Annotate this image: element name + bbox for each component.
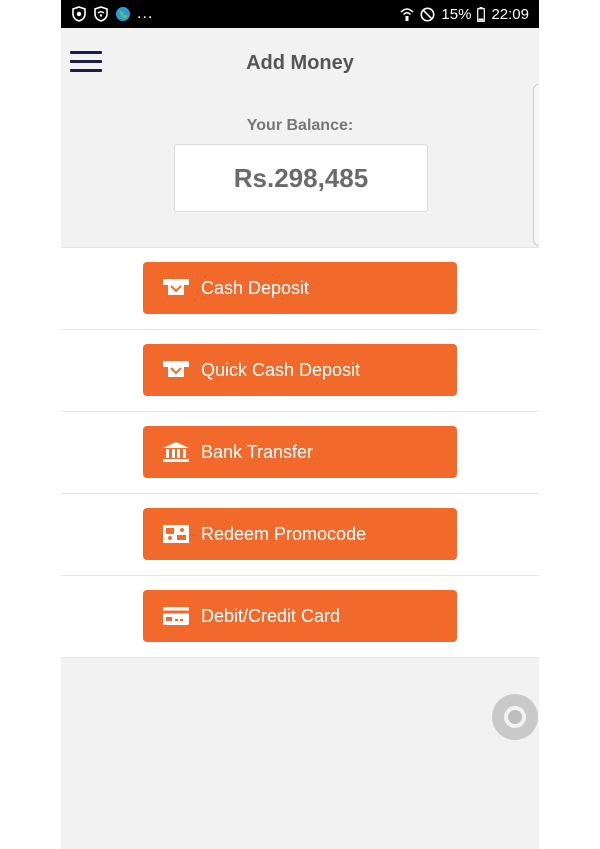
cash-deposit-icon [163, 278, 189, 298]
quick-cash-deposit-icon [163, 360, 189, 380]
assistive-touch-icon [504, 706, 526, 728]
status-left: ... [71, 5, 153, 23]
redeem-promocode-label: Redeem Promocode [201, 523, 367, 544]
bank-icon [163, 442, 189, 462]
status-right: 15% 22:09 [400, 6, 529, 23]
bank-transfer-button[interactable]: Bank Transfer [143, 426, 457, 478]
cash-deposit-label: Cash Deposit [201, 277, 310, 298]
balance-amount: Rs.298,485 [174, 144, 428, 212]
bank-transfer-label: Bank Transfer [201, 441, 314, 462]
list-item: Quick Cash Deposit [61, 330, 539, 412]
floating-assistive-button[interactable] [492, 694, 538, 740]
do-not-disturb-icon [420, 7, 435, 22]
app-screen: ... 15% 22:09 Add Money Your Balance: Rs… [61, 0, 539, 849]
wifi-calling-icon [400, 6, 414, 22]
app-header: Add Money [61, 28, 539, 100]
list-item: Cash Deposit [61, 248, 539, 330]
list-item: Bank Transfer [61, 412, 539, 494]
credit-card-icon [163, 606, 189, 626]
promocode-icon [163, 524, 189, 544]
balance-label: Your Balance: [246, 117, 354, 134]
debit-credit-card-button[interactable]: Debit/Credit Card [143, 590, 457, 642]
shield-icon [71, 6, 87, 22]
quick-cash-deposit-label: Quick Cash Deposit [201, 359, 361, 380]
clock: 22:09 [491, 5, 529, 23]
status-bar: ... 15% 22:09 [61, 0, 539, 28]
cash-deposit-button[interactable]: Cash Deposit [143, 262, 457, 314]
quick-cash-deposit-button[interactable]: Quick Cash Deposit [143, 344, 457, 396]
globe-icon [115, 6, 131, 22]
battery-percent: 15% [441, 5, 472, 23]
overflow-indicator: ... [137, 5, 154, 22]
redeem-promocode-button[interactable]: Redeem Promocode [143, 508, 457, 560]
debit-credit-card-label: Debit/Credit Card [201, 605, 341, 626]
wifi-shield-icon [93, 6, 109, 22]
battery-icon [477, 6, 486, 22]
list-item: Redeem Promocode [61, 494, 539, 576]
side-panel-edge[interactable] [533, 84, 539, 246]
page-title: Add Money [246, 52, 354, 74]
deposit-options-list: Cash Deposit Quick Cash Deposit Bank Tra… [61, 247, 539, 658]
list-item: Debit/Credit Card [61, 576, 539, 658]
